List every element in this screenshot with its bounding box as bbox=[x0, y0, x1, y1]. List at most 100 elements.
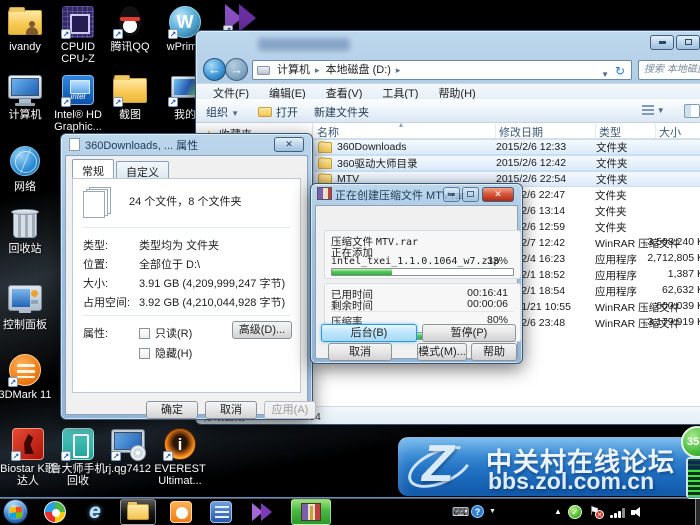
taskbar-item-360browser[interactable] bbox=[42, 500, 68, 524]
chevron-down-icon[interactable]: ▼ bbox=[601, 66, 609, 84]
folder-icon bbox=[112, 74, 148, 107]
ok-button[interactable]: 确定 bbox=[146, 401, 198, 419]
desktop-icon-network[interactable]: 网络 bbox=[0, 146, 57, 193]
command-toolbar: 组织 ▼ 打开 新建文件夹 ▼ bbox=[196, 99, 700, 123]
minimize-button[interactable] bbox=[443, 187, 460, 202]
desktop-icon-everest[interactable]: EVEREST Ultimat... bbox=[148, 428, 212, 487]
desktop-icon-3dmark[interactable]: 3DMark 11 bbox=[0, 354, 57, 401]
show-desktop-button[interactable] bbox=[695, 498, 700, 525]
menu-file[interactable]: 文件(F) bbox=[203, 84, 259, 100]
dialog-body: 压缩文件 MTV.rar 正在添加 intel_txei_1.1.0.1064_… bbox=[315, 205, 521, 361]
maximize-button[interactable] bbox=[462, 187, 479, 202]
360-shield-icon[interactable]: ✓ bbox=[568, 505, 582, 519]
action-center-flag-icon[interactable]: ⚑ ✕ bbox=[589, 504, 604, 519]
table-row[interactable]: 360Downloads 2015/2/6 12:33 文件夹 bbox=[313, 139, 700, 155]
censored-title-text bbox=[258, 38, 350, 51]
taskbar-item-media-player[interactable] bbox=[168, 500, 194, 524]
attributes-label: 属性: bbox=[83, 328, 109, 340]
icon-label: 截图 bbox=[119, 109, 141, 121]
breadcrumb[interactable]: 计算机本地磁盘 (D:) ▼ ↻ bbox=[252, 60, 632, 80]
column-header-type[interactable]: 类型 bbox=[599, 124, 621, 140]
organize-button[interactable]: 组织 ▼ bbox=[206, 104, 239, 120]
checkbox-icon[interactable] bbox=[139, 348, 150, 359]
shortcut-arrow-icon bbox=[113, 29, 123, 39]
desktop-icon-control-panel[interactable]: 控制面板 bbox=[0, 284, 57, 331]
3dmark-icon bbox=[7, 354, 43, 387]
network-signal-icon[interactable] bbox=[610, 508, 626, 518]
size-value: 3.91 GB (4,209,999,247 字节) bbox=[139, 278, 286, 290]
selection-summary: 24 个文件，8 个文件夹 bbox=[129, 196, 242, 208]
advanced-button[interactable]: 高级(D)... bbox=[232, 321, 292, 339]
current-file-group: 压缩文件 MTV.rar 正在添加 intel_txei_1.1.0.1064_… bbox=[324, 230, 521, 279]
menu-view[interactable]: 查看(V) bbox=[316, 84, 373, 100]
folder-icon bbox=[318, 141, 332, 153]
maximize-button[interactable] bbox=[676, 35, 700, 50]
apply-button[interactable]: 应用(A) bbox=[264, 401, 316, 419]
taskbar-item-video-app[interactable] bbox=[208, 500, 234, 524]
taskbar-item-ie[interactable]: e bbox=[82, 500, 108, 524]
table-row[interactable]: 360驱动大师目录 2015/2/6 12:42 文件夹 bbox=[313, 155, 700, 171]
keyboard-icon[interactable]: ⌨ bbox=[452, 505, 469, 519]
winrar-progress-dialog: 正在创建压缩文件 MTV.rar ✕ 压缩文件 MTV.rar 正在添加 int… bbox=[310, 183, 523, 364]
properties-dialog: 360Downloads, ... 属性 ✕ 常规 自定义 24 个文件，8 个文… bbox=[60, 133, 316, 420]
disk-temperature-readout[interactable]: 30℃硬盘温度 bbox=[500, 499, 548, 525]
menu-edit[interactable]: 编辑(E) bbox=[259, 84, 316, 100]
hidden-checkbox[interactable]: 隐藏(H) bbox=[139, 345, 192, 361]
refresh-icon[interactable]: ↻ bbox=[612, 63, 628, 79]
back-button[interactable]: ← bbox=[203, 58, 226, 81]
start-button[interactable] bbox=[3, 499, 28, 524]
breadcrumb-computer[interactable]: 计算机 bbox=[274, 64, 323, 76]
background-button[interactable]: 后台(B) bbox=[321, 324, 417, 342]
dialog-body: 常规 自定义 24 个文件，8 个文件夹 类型: 类型均为 文件夹 位置: 全部位于 … bbox=[65, 155, 316, 419]
player-icon bbox=[170, 501, 192, 523]
cancel-button[interactable]: 取消 bbox=[205, 401, 257, 419]
pause-button[interactable]: 暂停(P) bbox=[422, 324, 516, 342]
volume-icon[interactable] bbox=[631, 507, 645, 518]
location-value: 全部位于 D:\ bbox=[139, 259, 201, 271]
show-hidden-icons[interactable]: ▲ bbox=[554, 507, 562, 516]
new-folder-button[interactable]: 新建文件夹 bbox=[314, 104, 369, 120]
preview-pane-button[interactable] bbox=[684, 104, 700, 118]
icon-label: 网络 bbox=[14, 181, 36, 193]
help-button[interactable]: 帮助 bbox=[471, 343, 517, 361]
column-header-size[interactable]: 大小 bbox=[659, 124, 681, 140]
forward-button[interactable]: → bbox=[225, 58, 248, 81]
menu-bar: 文件(F) 编辑(E) 查看(V) 工具(T) 帮助(H) bbox=[196, 83, 700, 100]
taskbar-item-winrar-active[interactable] bbox=[291, 499, 331, 525]
desktop-icon-recycle-bin[interactable]: 回收站 bbox=[0, 208, 57, 255]
views-button[interactable]: ▼ bbox=[642, 105, 668, 118]
taskbar-item-kmplayer[interactable] bbox=[250, 500, 276, 524]
readonly-checkbox[interactable]: 只读(R) bbox=[139, 325, 192, 341]
watermark-banner: Z 中关村在线论坛 bbs.zol.com.cn bbox=[398, 435, 700, 497]
column-header-date[interactable]: 修改日期 bbox=[499, 124, 543, 140]
computer-icon bbox=[7, 74, 43, 106]
breadcrumb-drive-d[interactable]: 本地磁盘 (D:) bbox=[323, 64, 404, 76]
mode-button[interactable]: 模式(M)... bbox=[417, 343, 467, 361]
close-icon[interactable]: ✕ bbox=[482, 187, 514, 202]
recycle-bin-icon bbox=[7, 208, 43, 240]
zol-logo-icon: Z bbox=[402, 435, 480, 497]
ime-options-icon[interactable]: ▼ bbox=[489, 508, 496, 515]
location-label: 位置: bbox=[83, 259, 109, 271]
taskbar-item-explorer-active[interactable] bbox=[120, 499, 156, 525]
search-input[interactable]: 搜索 本地磁盘 (D:) bbox=[638, 60, 700, 80]
menu-tools[interactable]: 工具(T) bbox=[372, 84, 428, 100]
minimize-button[interactable] bbox=[650, 35, 674, 50]
temperature-gauge bbox=[686, 457, 700, 499]
help-tray-icon[interactable]: ? bbox=[471, 505, 484, 518]
menu-help[interactable]: 帮助(H) bbox=[428, 84, 485, 100]
icon-label: EVEREST Ultimat... bbox=[154, 463, 206, 487]
checkbox-icon[interactable] bbox=[139, 328, 150, 339]
windows-flag-icon bbox=[10, 506, 22, 519]
phone-recycle-icon bbox=[60, 428, 96, 461]
open-button[interactable]: 打开 bbox=[258, 104, 298, 120]
column-header-name[interactable]: 名称 bbox=[317, 124, 339, 140]
shortcut-arrow-icon bbox=[168, 29, 178, 39]
type-label: 类型: bbox=[83, 240, 109, 252]
close-icon[interactable]: ✕ bbox=[274, 137, 304, 152]
clock[interactable]: 23:492015/2/6 bbox=[648, 499, 700, 525]
cancel-button[interactable]: 取消 bbox=[328, 343, 392, 361]
film-icon bbox=[210, 501, 232, 523]
type-value: 类型均为 文件夹 bbox=[139, 240, 220, 252]
size-on-disk-label: 占用空间: bbox=[83, 297, 131, 309]
